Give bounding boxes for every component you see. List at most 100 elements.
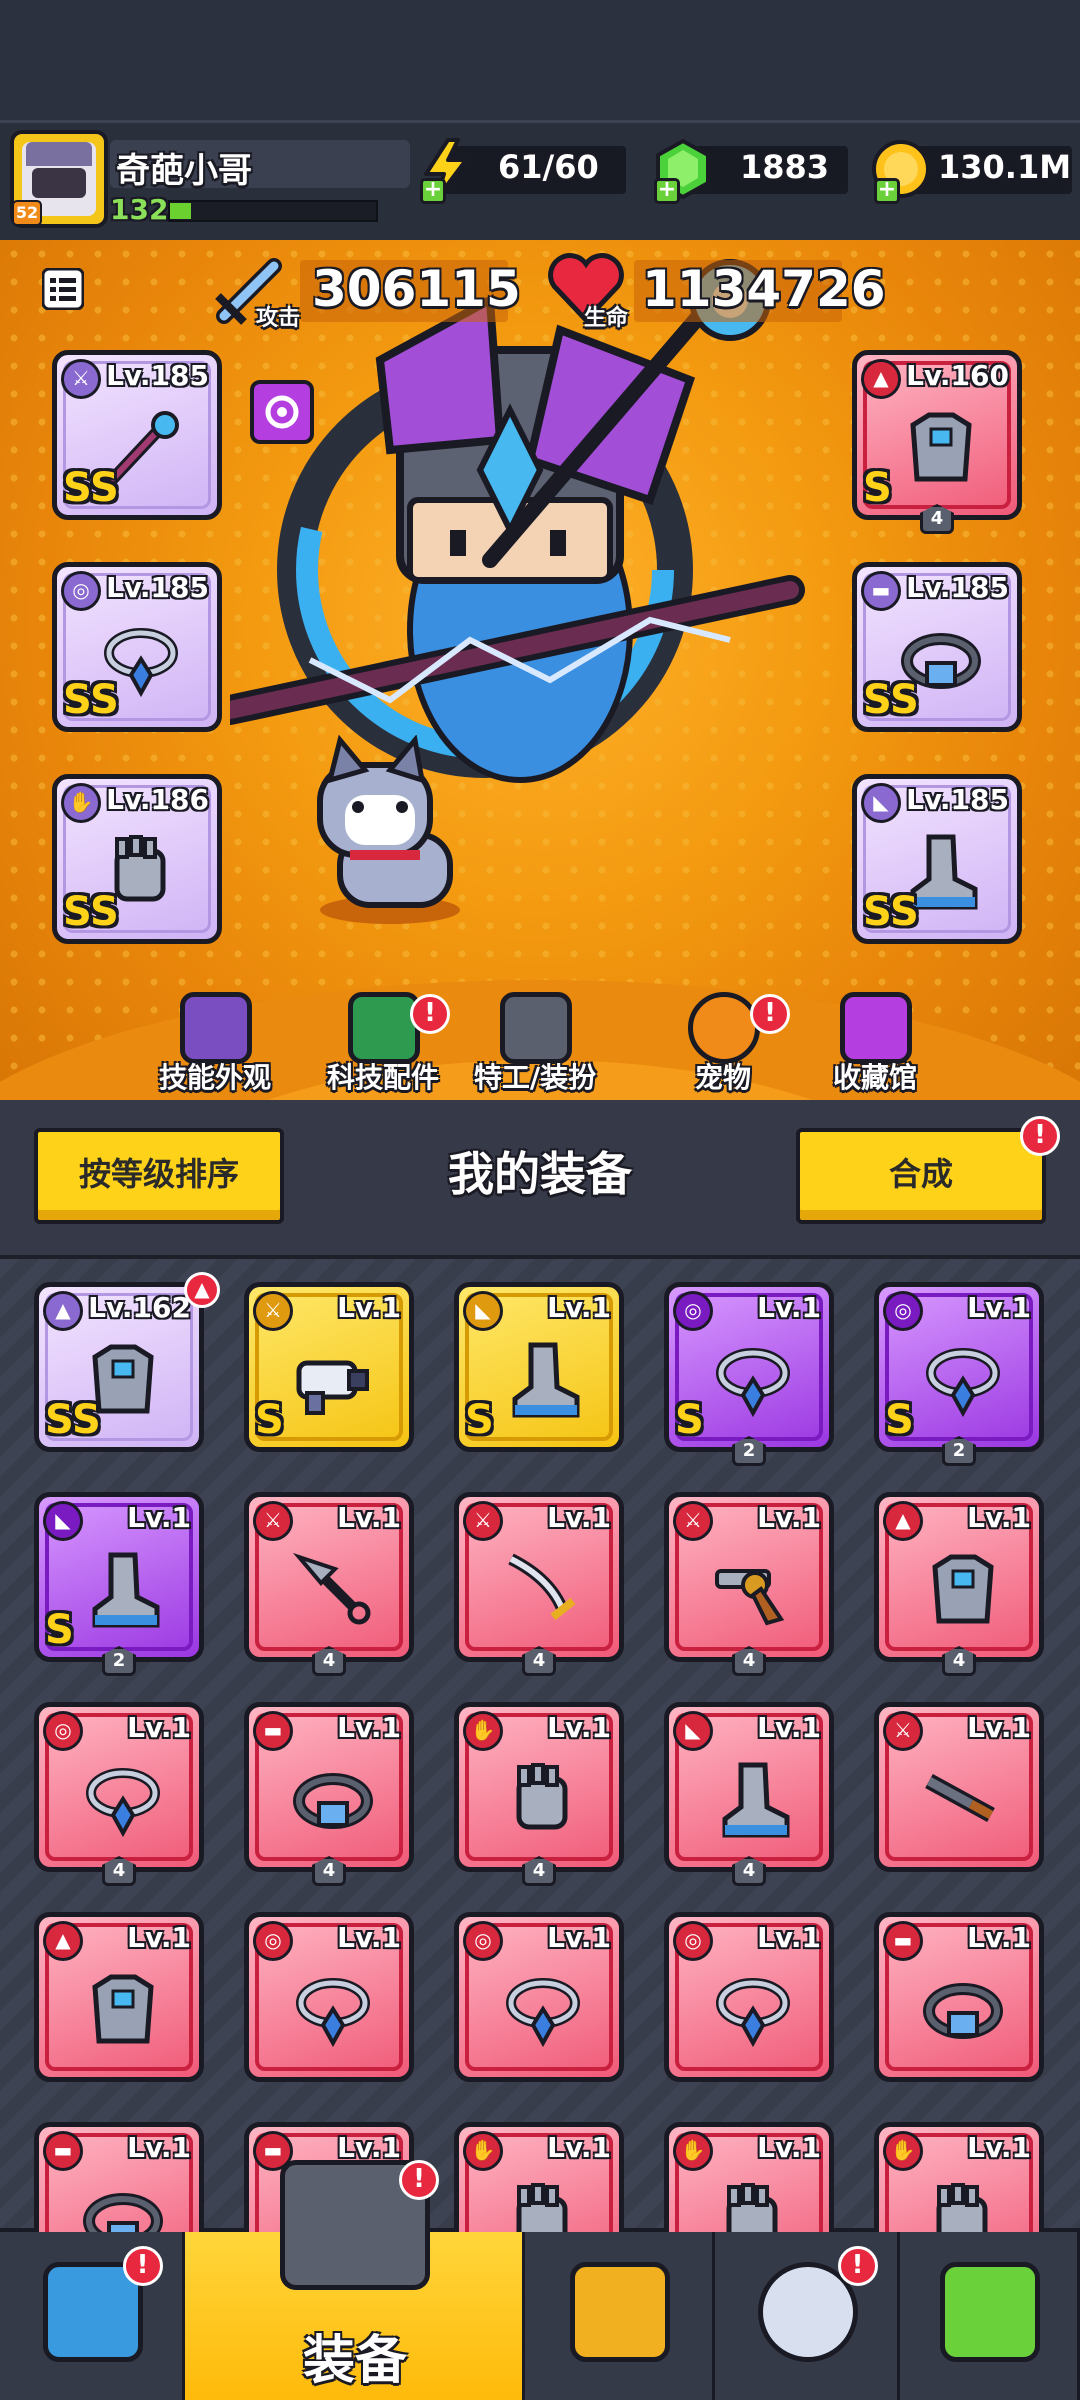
equipped-slot-right-belt[interactable]: ▬ Lv.185 SS [852, 562, 1022, 732]
necklace-icon [926, 1348, 1000, 1418]
player-level: 132 [110, 193, 169, 226]
inventory-item-necklace[interactable]: ◎ Lv.1 [664, 1912, 834, 2082]
boots-type-icon: ◣ [43, 1501, 83, 1541]
inventory-item-weapon[interactable]: ⚔ Lv.1 [664, 1492, 834, 1662]
item-level: Lv.185 [106, 359, 209, 392]
target-icon [265, 395, 299, 429]
my-equipment-title: 我的装备 [448, 1147, 632, 1201]
item-grade: S [255, 1397, 284, 1443]
item-level: Lv.185 [906, 783, 1009, 816]
necklace-type-icon: ◎ [673, 1291, 713, 1331]
gem-plus-button[interactable]: + [654, 178, 680, 204]
equipped-slot-left-glove[interactable]: ✋ Lv.186 SS [52, 774, 222, 944]
inventory-item-armor[interactable]: ▲ Lv.162 SS [34, 1282, 204, 1452]
boots-icon [722, 1762, 790, 1838]
inventory-item-weapon[interactable]: ⚔ Lv.1 [454, 1492, 624, 1662]
weapon-type-icon: ⚔ [61, 359, 101, 399]
item-level: Lv.1 [337, 1711, 401, 1744]
inventory-item-boots[interactable]: ◣ Lv.1 S [454, 1282, 624, 1452]
item-level: Lv.1 [127, 1921, 191, 1954]
sort-by-level-button[interactable]: 按等级排序 [34, 1128, 284, 1224]
belt-type-icon: ▬ [861, 571, 901, 611]
nav-alert-badge: ! [837, 2246, 878, 2286]
necklace-type-icon: ◎ [883, 1291, 923, 1331]
pet-icon[interactable] [688, 992, 760, 1064]
inventory-item-necklace[interactable]: ◎ Lv.1 [244, 1912, 414, 2082]
blaster-icon [296, 1360, 369, 1415]
item-level: Lv.1 [337, 1501, 401, 1534]
coin-plus-button[interactable]: + [874, 178, 900, 204]
hp-value: 1134726 [642, 260, 886, 318]
item-level: Lv.1 [757, 1711, 821, 1744]
item-level: Lv.1 [337, 1291, 401, 1324]
equipped-slot-left-necklace[interactable]: ◎ Lv.185 SS [52, 562, 222, 732]
necklace-icon [296, 1978, 370, 2048]
armor-type-icon: ▲ [43, 1921, 83, 1961]
boots-icon [92, 1552, 160, 1628]
armor-type-icon: ▲ [883, 1501, 923, 1541]
necklace-icon [716, 1348, 790, 1418]
feature-menu-label[interactable]: 特工/装扮 [460, 1056, 610, 1096]
equipped-slot-right-armor[interactable]: ▲ Lv.160 S [852, 350, 1022, 520]
inventory-item-weapon[interactable]: ⚔ Lv.1 [874, 1702, 1044, 1872]
collection-icon[interactable] [840, 992, 912, 1064]
belt-icon [293, 1773, 373, 1829]
gauntlet-icon [516, 1763, 568, 1830]
nav-label: 装备 [302, 2331, 407, 2391]
inventory-item-armor[interactable]: ▲ Lv.1 [874, 1492, 1044, 1662]
item-level: Lv.1 [967, 2131, 1031, 2164]
item-level: Lv.1 [967, 1711, 1031, 1744]
inventory-item-necklace[interactable]: ◎ Lv.1 [34, 1702, 204, 1872]
feature-menu-label[interactable]: 宠物 [648, 1056, 798, 1096]
inventory-item-necklace[interactable]: ◎ Lv.1 [454, 1912, 624, 2082]
inventory-item-belt[interactable]: ▬ Lv.1 [244, 1702, 414, 1872]
energy-plus-button[interactable]: + [420, 178, 446, 204]
inventory-item-boots[interactable]: ◣ Lv.1 S [34, 1492, 204, 1662]
skin-icon[interactable] [180, 992, 252, 1064]
inventory-item-weapon[interactable]: ⚔ Lv.1 S [244, 1282, 414, 1452]
necklace-type-icon: ◎ [673, 1921, 713, 1961]
tech-icon[interactable] [348, 992, 420, 1064]
merge-button[interactable]: 合成 [796, 1128, 1046, 1224]
inventory-item-glove[interactable]: ✋ Lv.1 [454, 1702, 624, 1872]
equipped-slot-left-weapon[interactable]: ⚔ Lv.185 SS [52, 350, 222, 520]
agent-icon[interactable] [500, 992, 572, 1064]
item-level: Lv.1 [337, 1921, 401, 1954]
weapon-type-icon: ⚔ [463, 1501, 503, 1541]
belt-type-icon: ▬ [883, 1921, 923, 1961]
equipped-slot-right-boots[interactable]: ◣ Lv.185 SS [852, 774, 1022, 944]
locate-button[interactable] [250, 380, 314, 444]
necklace-icon [506, 1978, 580, 2048]
armor-icon [932, 1554, 994, 1624]
weapon-type-icon: ⚔ [883, 1711, 923, 1751]
item-level: Lv.1 [757, 1291, 821, 1324]
feature-menu-label[interactable]: 技能外观 [140, 1056, 290, 1096]
inventory-item-armor[interactable]: ▲ Lv.1 [34, 1912, 204, 2082]
item-level: Lv.1 [127, 2131, 191, 2164]
item-grade: S [45, 1607, 74, 1653]
item-level: Lv.1 [547, 1921, 611, 1954]
item-level: Lv.1 [967, 1291, 1031, 1324]
feature-menu-label[interactable]: 科技配件 [308, 1056, 458, 1096]
feature-alert-badge: ! [410, 994, 450, 1034]
armor-type-icon: ▲ [43, 1291, 83, 1331]
inventory-item-weapon[interactable]: ⚔ Lv.1 [244, 1492, 414, 1662]
inventory-item-necklace[interactable]: ◎ Lv.1 S [664, 1282, 834, 1452]
boots-type-icon: ◣ [861, 783, 901, 823]
battle-star-icon [570, 2262, 670, 2362]
item-grade: S [675, 1397, 704, 1443]
necklace-icon [86, 1768, 160, 1838]
item-level: Lv.1 [757, 1921, 821, 1954]
inventory-item-necklace[interactable]: ◎ Lv.1 S [874, 1282, 1044, 1452]
item-level: Lv.1 [967, 1921, 1031, 1954]
attack-label: 攻击 [256, 306, 301, 331]
feature-menu-label[interactable]: 收藏馆 [800, 1056, 950, 1096]
item-level: Lv.1 [757, 1501, 821, 1534]
list-icon[interactable] [41, 267, 85, 311]
inventory-item-belt[interactable]: ▬ Lv.1 [874, 1912, 1044, 2082]
weapon-type-icon: ⚔ [253, 1501, 293, 1541]
item-level: Lv.1 [547, 1711, 611, 1744]
inventory-item-boots[interactable]: ◣ Lv.1 [664, 1702, 834, 1872]
coin-value: 130.1M [938, 148, 1072, 186]
revolver-icon [715, 1569, 785, 1626]
